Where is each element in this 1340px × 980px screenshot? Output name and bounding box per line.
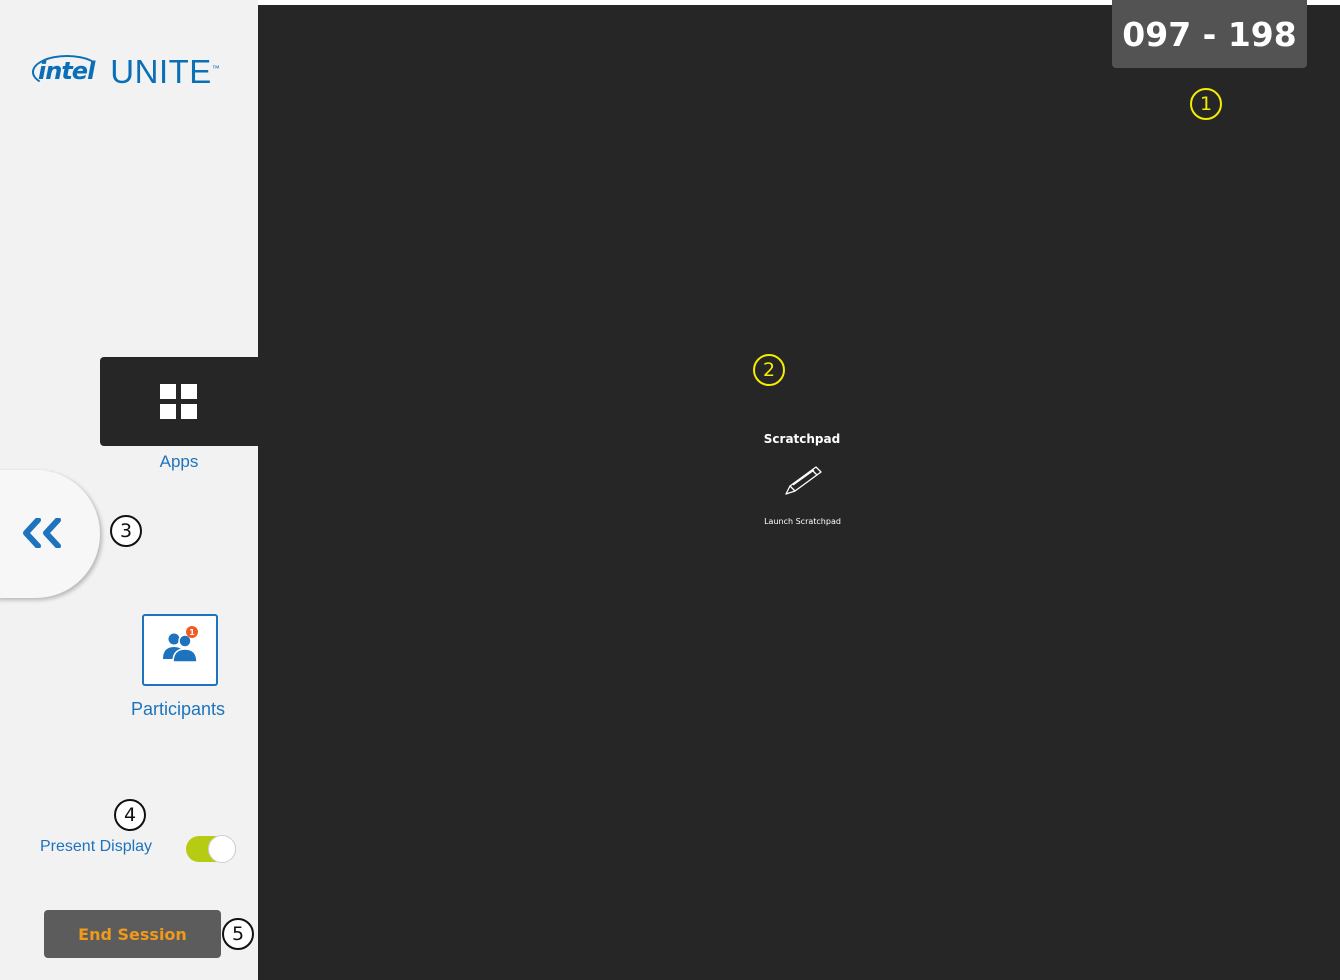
present-display-label: Present Display xyxy=(40,838,153,855)
end-session-button[interactable]: End Session xyxy=(44,910,221,958)
participants-button[interactable]: 1 xyxy=(142,614,218,686)
people-icon: 1 xyxy=(163,626,198,663)
logo-product: UNITE™ xyxy=(110,53,221,90)
participants-label: Participants xyxy=(130,699,226,719)
callout-marker-2: 2 xyxy=(753,354,785,386)
grid-icon xyxy=(160,384,198,420)
logo-product-text: UNITE xyxy=(110,53,212,90)
collapse-sidebar-button[interactable] xyxy=(0,470,100,598)
double-chevron-left-icon xyxy=(23,518,61,548)
callout-marker-1: 1 xyxy=(1190,88,1222,120)
pencil-icon[interactable] xyxy=(783,464,823,496)
logo-brand: intel xyxy=(32,55,103,89)
toggle-knob xyxy=(208,835,236,863)
apps-label: Apps xyxy=(159,452,199,471)
present-display-toggle[interactable] xyxy=(186,835,236,863)
callout-marker-3: 3 xyxy=(110,515,142,547)
apps-tab[interactable] xyxy=(100,357,260,446)
callout-marker-4: 4 xyxy=(114,799,146,831)
participants-badge-count: 1 xyxy=(189,628,195,637)
sidebar: intel UNITE™ Apps 1 Participants Present… xyxy=(0,0,260,980)
intel-unite-logo: intel UNITE™ xyxy=(32,52,220,92)
scratchpad-title: Scratchpad xyxy=(763,432,841,446)
launch-scratchpad-link[interactable]: Launch Scratchpad xyxy=(735,517,870,526)
callout-marker-5: 5 xyxy=(222,918,254,950)
session-pin: 097 - 198 xyxy=(1112,0,1307,68)
